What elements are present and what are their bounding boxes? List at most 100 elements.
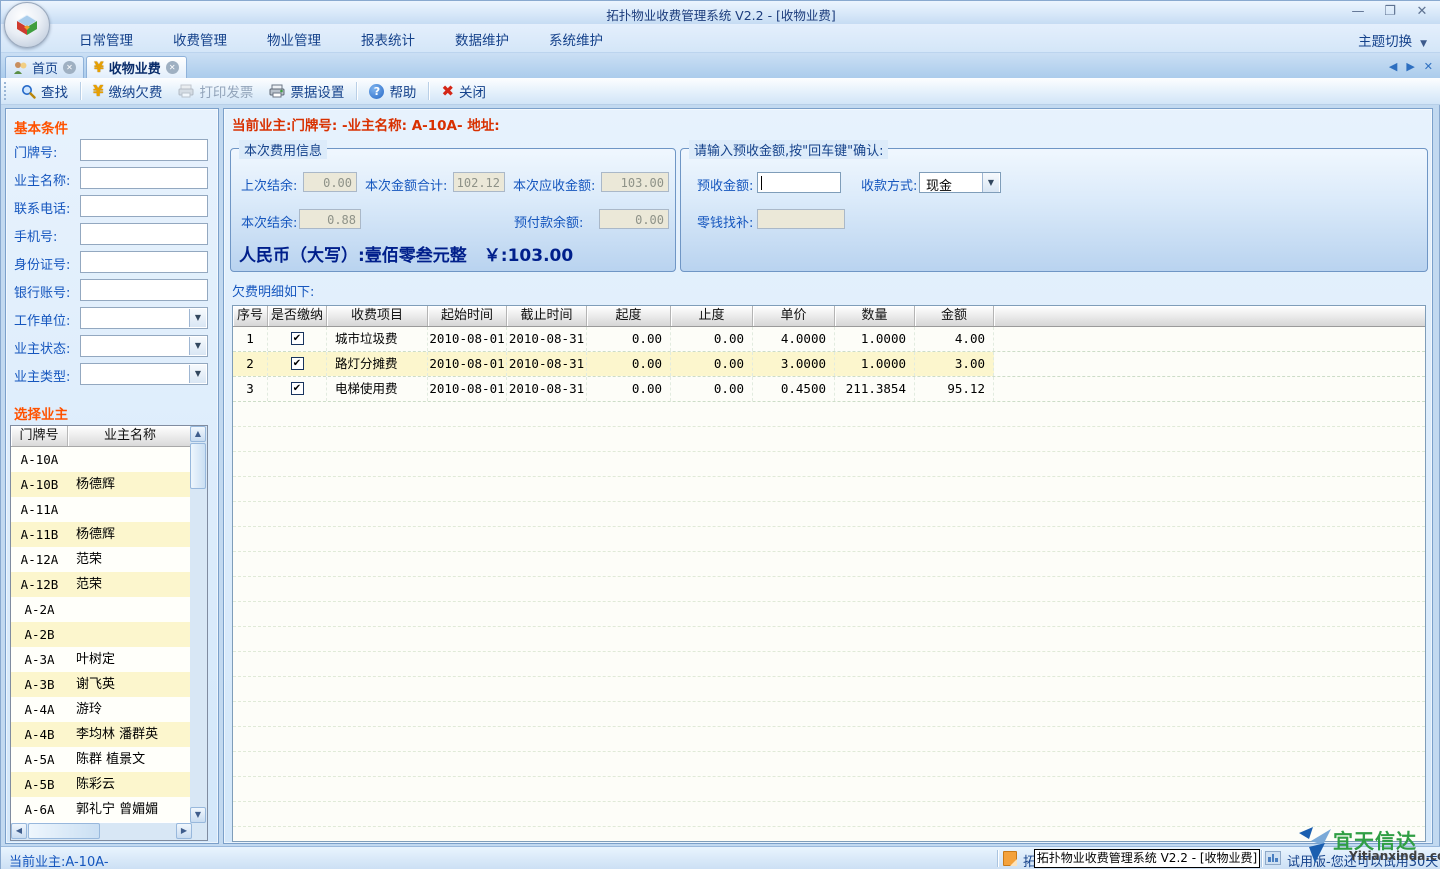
owner-row[interactable]: A-11B杨德辉 [11,522,192,547]
menu-daily[interactable]: 日常管理 [59,29,153,49]
window-title: 拓扑物业收费管理系统 V2.2 - [收物业费] [1,5,1440,24]
fee-table-col-header[interactable]: 数量 [835,306,915,326]
fee-table-col-header[interactable]: 止度 [671,306,753,326]
menu-reports[interactable]: 报表统计 [341,29,435,49]
menu-charging[interactable]: 收费管理 [153,29,247,49]
tab-home-close-icon[interactable]: ✕ [63,61,76,74]
paid-checkbox[interactable]: ✔ [291,332,304,345]
owner-name: 杨德辉 [68,472,192,497]
owner-row[interactable]: A-10A [11,447,192,472]
scroll-down-icon[interactable]: ▼ [190,807,206,823]
field-input[interactable] [80,139,208,161]
search-sidebar: 基本条件 门牌号:业主名称:联系电话:手机号:身份证号:银行账号:工作单位:▼业… [5,108,219,844]
owner-list-col-door[interactable]: 门牌号 [11,426,68,446]
find-button[interactable]: 查找 [13,79,76,103]
owner-row[interactable]: A-11A [11,497,192,522]
owner-row[interactable]: A-5B陈彩云 [11,772,192,797]
owner-row[interactable]: A-3B谢飞英 [11,672,192,697]
tab-scroll-left-icon[interactable]: ◀ [1389,60,1397,73]
close-window-button[interactable]: ✕ [1413,4,1431,19]
tab-fee-close-icon[interactable]: ✕ [166,61,179,74]
chevron-down-icon[interactable]: ▼ [189,337,206,355]
ticket-settings-button[interactable]: 票据设置 [261,79,352,103]
owner-row[interactable]: A-2B [11,622,192,647]
fee-table-row[interactable]: 1✔城市垃圾费2010-08-012010-08-310.000.004.000… [233,327,1425,352]
prepaid-field: 0.00 [599,209,669,229]
owner-list-hscrollbar[interactable]: ◀ ▶ [11,823,208,840]
owner-list-col-name[interactable]: 业主名称 [68,426,192,446]
owner-name: 郭礼宁 曾媚媚 [68,797,192,822]
theme-switch-menu[interactable]: 主题切换▼ [1358,30,1427,50]
sidebar-field-row: 联系电话: [6,195,220,217]
menu-data[interactable]: 数据维护 [435,29,529,49]
fee-table-col-header[interactable]: 金额 [915,306,994,326]
owner-row[interactable]: A-12A范荣 [11,547,192,572]
scroll-up-icon[interactable]: ▲ [190,426,206,442]
cell-end-date: 2010-08-31 [507,352,587,376]
close-label: 关闭 [459,81,486,101]
maximize-button[interactable]: ❐ [1381,4,1399,19]
owner-row[interactable]: A-4B李均林 潘群英 [11,722,192,747]
minimize-button[interactable]: — [1349,4,1367,19]
owner-name [68,622,192,647]
fee-table-col-header[interactable]: 是否缴纳 [268,306,327,326]
help-button[interactable]: ? 帮助 [361,79,424,103]
precollect-amount-input[interactable] [757,172,841,193]
paid-checkbox[interactable]: ✔ [291,382,304,395]
field-input[interactable] [80,195,208,217]
cell-unit-price: 0.4500 [753,377,835,401]
field-select[interactable]: ▼ [80,335,208,357]
pay-arrears-label: 缴纳欠费 [108,81,162,101]
menu-property[interactable]: 物业管理 [247,29,341,49]
fee-table-empty-row [233,677,1425,702]
tab-fee[interactable]: ¥ 收物业费 ✕ [86,56,187,78]
fee-table-empty-row [233,802,1425,827]
owner-row[interactable]: A-3A叶树定 [11,647,192,672]
fee-table-col-header[interactable]: 单价 [753,306,835,326]
chevron-down-icon[interactable]: ▼ [189,365,206,383]
fee-table-empty-row [233,577,1425,602]
field-select[interactable]: ▼ [80,307,208,329]
scroll-right-icon[interactable]: ▶ [176,823,192,839]
owner-row[interactable]: A-10B杨德辉 [11,472,192,497]
fee-table-col-header[interactable]: 截止时间 [507,306,587,326]
owner-row[interactable]: A-2A [11,597,192,622]
pay-method-select[interactable]: 现金 ▼ [919,172,1001,193]
tab-scroll-right-icon[interactable]: ▶ [1406,60,1414,73]
vscroll-thumb[interactable] [190,443,206,489]
field-input[interactable] [80,251,208,273]
tab-home[interactable]: 首页 ✕ [5,56,84,78]
field-input[interactable] [80,223,208,245]
fee-table-row[interactable]: 2✔路灯分摊费2010-08-012010-08-310.000.003.000… [233,352,1425,377]
close-tab-button[interactable]: ✖ 关闭 [433,79,494,103]
owner-row[interactable]: A-4A游玲 [11,697,192,722]
hscroll-thumb[interactable] [28,823,100,839]
chevron-down-icon[interactable]: ▼ [982,173,999,192]
app-logo-icon [4,2,50,48]
field-input[interactable] [80,167,208,189]
owner-row[interactable]: A-12B范荣 [11,572,192,597]
field-input[interactable] [80,279,208,301]
paid-checkbox[interactable]: ✔ [291,357,304,370]
scroll-left-icon[interactable]: ◀ [11,823,27,839]
field-select[interactable]: ▼ [80,363,208,385]
menu-system[interactable]: 系统维护 [529,29,623,49]
pay-arrears-button[interactable]: ¥ 缴纳欠费 [85,79,170,103]
sidebar-field-row: 门牌号: [6,139,220,161]
vendor-watermark: 宜天信达 Yitianxinda.com [1297,823,1440,869]
fee-table-row[interactable]: 3✔电梯使用费2010-08-012010-08-310.000.000.450… [233,377,1425,402]
toolbar-grip[interactable] [4,82,9,100]
fee-table-col-header[interactable]: 序号 [233,306,268,326]
owner-list-vscrollbar[interactable]: ▲ ▼ [190,426,207,823]
fee-table-empty-row [233,477,1425,502]
owner-row[interactable]: A-5A陈群 植景文 [11,747,192,772]
fee-table-col-header[interactable]: 起始时间 [428,306,507,326]
fee-table-body: 1✔城市垃圾费2010-08-012010-08-310.000.004.000… [233,327,1425,842]
chevron-down-icon[interactable]: ▼ [189,309,206,327]
owner-row[interactable]: A-6A郭礼宁 曾媚媚 [11,797,192,822]
fee-table-col-header[interactable]: 起度 [587,306,671,326]
fee-table-col-header[interactable]: 收费项目 [327,306,428,326]
fee-table-empty-row [233,552,1425,577]
tab-list-close-icon[interactable]: ✕ [1424,60,1433,73]
field-label: 联系电话: [14,198,70,217]
